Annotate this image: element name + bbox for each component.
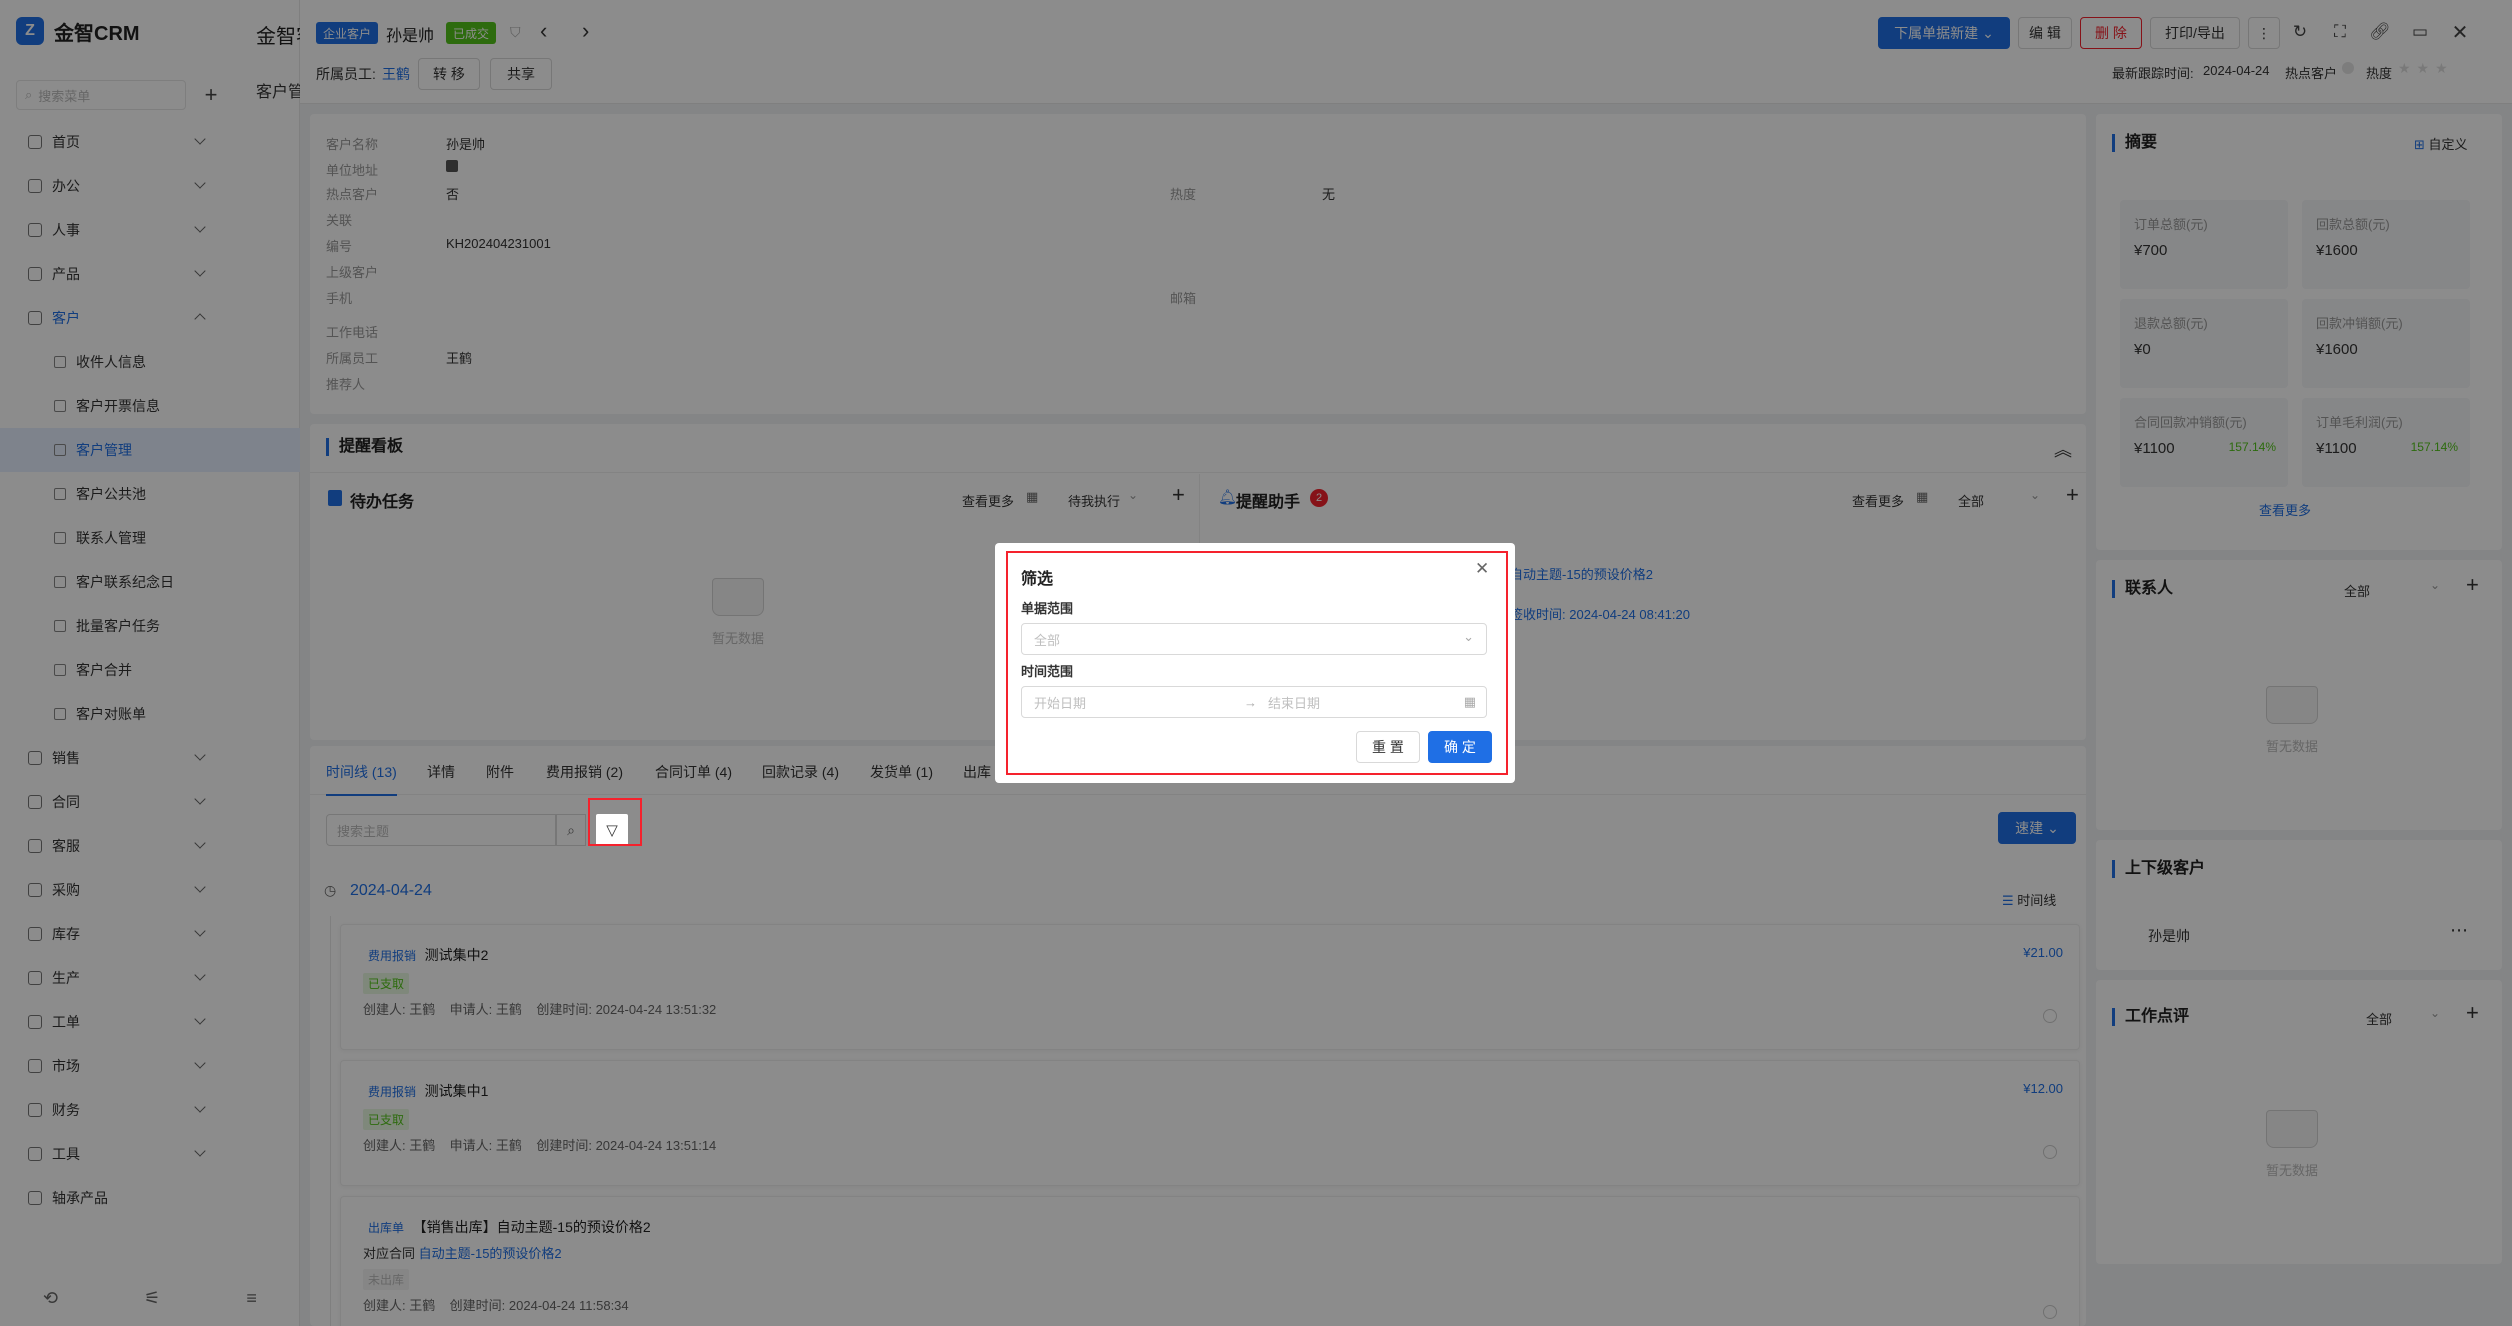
- dialog-highlight-box: [1006, 551, 1508, 775]
- filter-highlight-box: [588, 798, 642, 846]
